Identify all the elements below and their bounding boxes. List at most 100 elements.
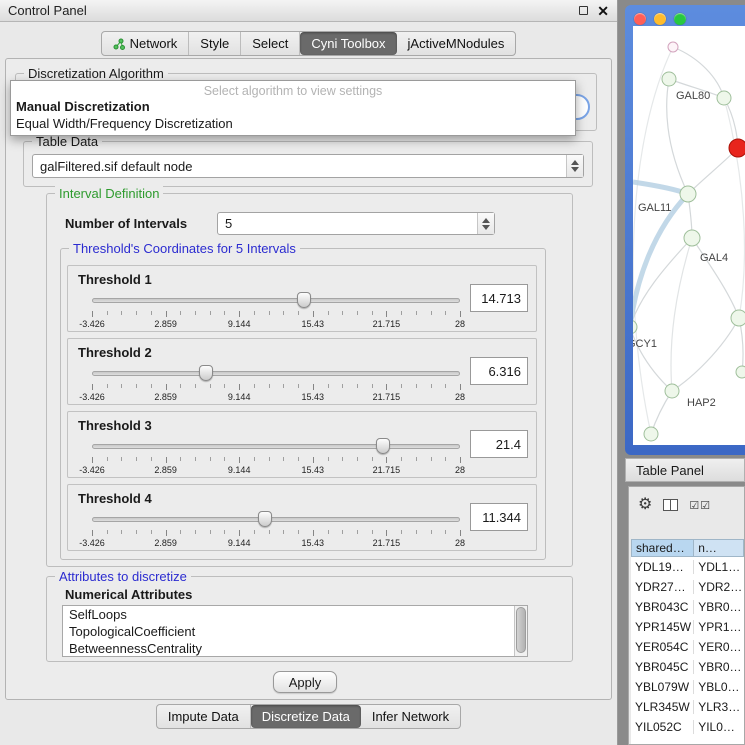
- cell[interactable]: YIL052C: [631, 720, 694, 734]
- threshold-1-value-field[interactable]: 14.713: [470, 284, 528, 312]
- cell[interactable]: YLR345W: [631, 700, 694, 714]
- node[interactable]: [668, 42, 678, 52]
- tab-impute-data[interactable]: Impute Data: [157, 705, 251, 728]
- close-icon[interactable]: ✕: [597, 4, 609, 18]
- table-row[interactable]: YPR145WYPR1…: [631, 617, 744, 637]
- slider-track[interactable]: [92, 444, 460, 449]
- slider-track[interactable]: [92, 298, 460, 303]
- table-row[interactable]: YDR27…YDR2…: [631, 577, 744, 597]
- cell[interactable]: YLR3…: [694, 700, 744, 714]
- threshold-4-value-field[interactable]: 11.344: [470, 503, 528, 531]
- cell[interactable]: YBR043C: [631, 600, 694, 614]
- cell[interactable]: YDL19…: [631, 560, 694, 574]
- cell[interactable]: YER0…: [694, 640, 744, 654]
- tick-label: 28: [455, 465, 465, 475]
- cell[interactable]: YIL0…: [694, 720, 744, 734]
- tick-label: 28: [455, 319, 465, 329]
- table-row[interactable]: YBL079WYBL0…: [631, 677, 744, 697]
- node[interactable]: [684, 230, 700, 246]
- table-row[interactable]: YDL19…YDL1…: [631, 557, 744, 577]
- select-checkboxes-icon[interactable]: ☑☑: [689, 499, 711, 512]
- node-selected-red[interactable]: [729, 139, 745, 157]
- node-label: GCY1: [633, 338, 657, 350]
- threshold-3-slider[interactable]: -3.426 2.859 9.144 15.43 21.715 28: [92, 438, 460, 476]
- threshold-4-slider[interactable]: -3.426 2.859 9.144 15.43 21.715 28: [92, 511, 460, 549]
- zoom-button[interactable]: [674, 13, 686, 25]
- close-button[interactable]: [634, 13, 646, 25]
- attributes-group: Attributes to discretize Numerical Attri…: [46, 576, 573, 662]
- column-header-name[interactable]: n…: [694, 539, 744, 557]
- tick-label: 9.144: [228, 538, 251, 548]
- tab-cyni-toolbox[interactable]: Cyni Toolbox: [300, 32, 396, 55]
- minimize-button[interactable]: [654, 13, 666, 25]
- settings-gear-icon[interactable]: ⚙: [638, 497, 652, 513]
- tab-discretize-data[interactable]: Discretize Data: [251, 705, 361, 728]
- list-item[interactable]: SelfLoops: [63, 606, 527, 623]
- tick-label: 2.859: [154, 392, 177, 402]
- tick-label: 2.859: [154, 538, 177, 548]
- table-data-combobox[interactable]: galFiltered.sif default node: [32, 154, 584, 178]
- columns-icon[interactable]: [663, 499, 678, 511]
- cell[interactable]: YBL0…: [694, 680, 744, 694]
- node[interactable]: [665, 384, 679, 398]
- apply-button[interactable]: Apply: [273, 671, 337, 693]
- tab-select[interactable]: Select: [241, 32, 300, 55]
- column-header-shared[interactable]: shared…: [631, 539, 694, 557]
- float-window-icon[interactable]: [579, 6, 588, 15]
- cell[interactable]: YBL079W: [631, 680, 694, 694]
- dropdown-option-manual-discretization[interactable]: Manual Discretization: [11, 98, 575, 115]
- slider-track[interactable]: [92, 517, 460, 522]
- threshold-2-slider[interactable]: -3.426 2.859 9.144 15.43 21.715 28: [92, 365, 460, 403]
- slider-thumb[interactable]: [199, 365, 213, 381]
- table-panel-titlebar[interactable]: Table Panel: [625, 458, 745, 482]
- node[interactable]: [731, 310, 745, 326]
- combo-stepper-icon[interactable]: [566, 155, 583, 177]
- tick-label: 21.715: [373, 538, 401, 548]
- list-item[interactable]: BetweennessCentrality: [63, 640, 527, 657]
- cell[interactable]: YDL1…: [694, 560, 744, 574]
- slider-thumb[interactable]: [376, 438, 390, 454]
- list-scrollbar[interactable]: [514, 606, 527, 656]
- tick-label: 15.43: [302, 319, 325, 329]
- table-row[interactable]: YER054CYER0…: [631, 637, 744, 657]
- combo-stepper-icon[interactable]: [477, 213, 494, 234]
- node[interactable]: [662, 72, 676, 86]
- threshold-2-value-field[interactable]: 6.316: [470, 357, 528, 385]
- slider-thumb[interactable]: [297, 292, 311, 308]
- node[interactable]: [717, 91, 731, 105]
- cell[interactable]: YPR145W: [631, 620, 694, 634]
- cell[interactable]: YDR27…: [631, 580, 694, 594]
- table-row[interactable]: YIL052CYIL0…: [631, 717, 744, 737]
- threshold-3-value-field[interactable]: 21.4: [470, 430, 528, 458]
- tab-infer-network[interactable]: Infer Network: [361, 705, 460, 728]
- table-row[interactable]: YLR345WYLR3…: [631, 697, 744, 717]
- tab-network[interactable]: Network: [102, 32, 190, 55]
- algorithm-group-title: Discretization Algorithm: [24, 66, 168, 81]
- tab-style[interactable]: Style: [189, 32, 241, 55]
- tab-jactivemnodules[interactable]: jActiveMNodules: [397, 32, 516, 55]
- cell[interactable]: YBR0…: [694, 600, 744, 614]
- list-item[interactable]: TopologicalCoefficient: [63, 623, 527, 640]
- cell[interactable]: YDR2…: [694, 580, 744, 594]
- table-row[interactable]: YBR043CYBR0…: [631, 597, 744, 617]
- attributes-listbox[interactable]: SelfLoops TopologicalCoefficient Between…: [62, 605, 528, 657]
- node[interactable]: [736, 366, 745, 378]
- num-intervals-combobox[interactable]: 5: [217, 212, 495, 235]
- dropdown-option-equal-width-frequency[interactable]: Equal Width/Frequency Discretization: [11, 115, 575, 132]
- threshold-1-slider[interactable]: -3.426 2.859 9.144 15.43 21.715 28: [92, 292, 460, 330]
- cell[interactable]: YBR045C: [631, 660, 694, 674]
- tab-label: jActiveMNodules: [408, 36, 505, 51]
- cell[interactable]: YBR0…: [694, 660, 744, 674]
- cell[interactable]: YPR1…: [694, 620, 744, 634]
- table-row[interactable]: YBR045CYBR0…: [631, 657, 744, 677]
- cell[interactable]: YER054C: [631, 640, 694, 654]
- node[interactable]: [644, 427, 658, 441]
- interval-definition-group: Interval Definition Number of Intervals …: [46, 193, 573, 567]
- scrollbar-thumb[interactable]: [516, 607, 526, 653]
- node-label: HAP2: [687, 397, 716, 409]
- slider-track[interactable]: [92, 371, 460, 376]
- network-canvas[interactable]: GAL80 GAL11 GAL4 GCY1 HAP2: [633, 26, 745, 445]
- slider-thumb[interactable]: [258, 511, 272, 527]
- thresholds-group-title: Threshold's Coordinates for 5 Intervals: [69, 241, 300, 256]
- node[interactable]: [680, 186, 696, 202]
